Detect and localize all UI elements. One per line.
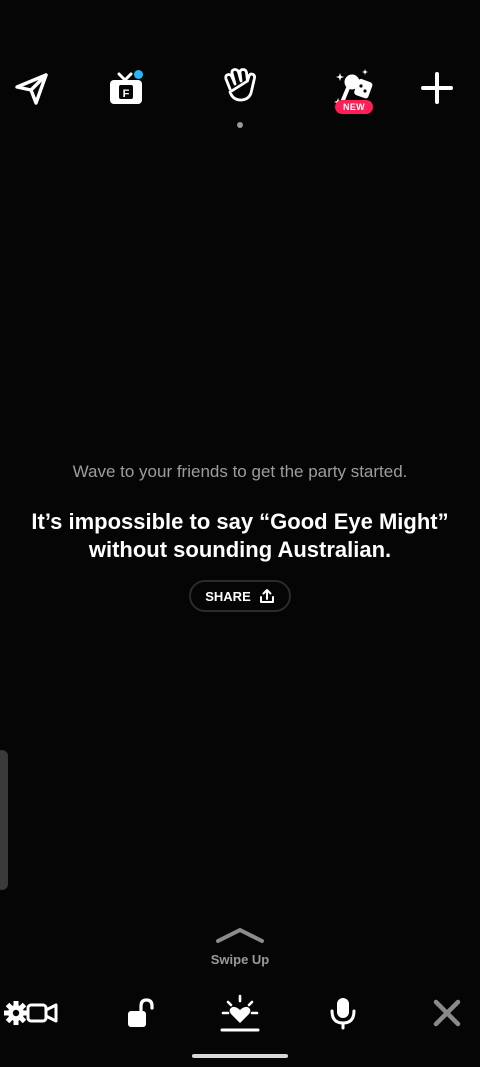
share-button[interactable]: SHARE bbox=[189, 580, 291, 612]
leave-party-button[interactable] bbox=[417, 990, 477, 1036]
side-panel-handle[interactable] bbox=[0, 750, 8, 890]
send-button[interactable] bbox=[2, 58, 62, 118]
heart-lamp-icon bbox=[220, 994, 260, 1032]
house-party-screen: F NEW Wave to your friends to get the pa… bbox=[0, 0, 480, 1067]
party-message: Wave to your friends to get the party st… bbox=[0, 462, 480, 612]
unlock-icon bbox=[128, 998, 154, 1027]
home-indicator[interactable] bbox=[192, 1054, 288, 1058]
swipe-up-label: Swipe Up bbox=[210, 952, 270, 967]
share-label: SHARE bbox=[205, 588, 251, 604]
add-button[interactable] bbox=[407, 58, 467, 118]
bottom-toolbar bbox=[0, 990, 480, 1040]
wave-button[interactable] bbox=[210, 58, 270, 128]
games-button[interactable]: NEW bbox=[324, 58, 384, 118]
microphone-icon bbox=[330, 998, 356, 1030]
share-upload-icon bbox=[259, 589, 274, 603]
tv-button[interactable]: F bbox=[96, 58, 156, 118]
swipe-up-hint[interactable]: Swipe Up bbox=[0, 925, 480, 967]
notification-dot bbox=[134, 70, 143, 79]
wave-indicator-dot bbox=[237, 122, 243, 128]
wave-notify-button[interactable] bbox=[210, 990, 270, 1036]
top-toolbar: F NEW bbox=[0, 58, 480, 128]
room-lock-button[interactable] bbox=[110, 990, 170, 1036]
tv-letter: F bbox=[123, 88, 130, 100]
new-badge: NEW bbox=[335, 100, 373, 114]
joke-text: It’s impossible to say “Good Eye Might” … bbox=[31, 509, 449, 562]
wave-prompt-text: Wave to your friends to get the party st… bbox=[72, 462, 408, 481]
gear-camera-icon bbox=[4, 1001, 58, 1025]
plus-icon bbox=[421, 72, 453, 104]
close-icon bbox=[433, 999, 461, 1027]
camera-settings-button[interactable] bbox=[2, 990, 62, 1036]
chevron-up-icon bbox=[216, 928, 264, 943]
microphone-button[interactable] bbox=[313, 990, 373, 1036]
hand-wave-icon bbox=[224, 68, 256, 102]
paper-plane-icon bbox=[15, 73, 48, 105]
